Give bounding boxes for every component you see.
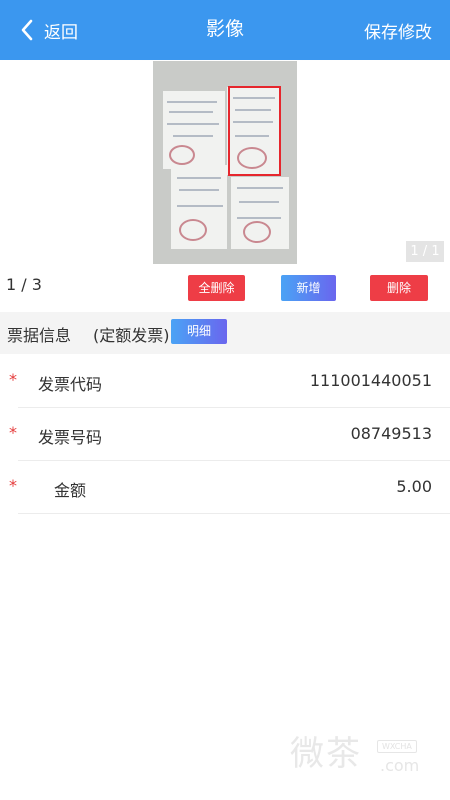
save-changes-button[interactable]: 保存修改 xyxy=(364,18,432,43)
field-value[interactable]: 111001440051 xyxy=(310,371,432,390)
required-marker: * xyxy=(9,370,17,389)
detail-button[interactable]: 明细 xyxy=(171,319,227,344)
image-page-indicator: 1 / 1 xyxy=(406,241,444,262)
app-header: 返回 影像 保存修改 xyxy=(0,0,450,60)
pager-text: 1 / 3 xyxy=(6,275,42,294)
invoice-info-section: 票据信息 (定额发票) 明细 xyxy=(0,312,450,354)
field-row-amount[interactable]: * 金额 5.00 xyxy=(0,461,450,514)
add-button[interactable]: 新增 xyxy=(281,275,336,301)
watermark-domain: .com xyxy=(380,756,420,775)
field-row-invoice-code[interactable]: * 发票代码 111001440051 xyxy=(0,355,450,408)
field-label: 发票代码 xyxy=(38,375,103,394)
row-divider xyxy=(18,513,450,514)
required-marker: * xyxy=(9,476,17,495)
field-label: 发票号码 xyxy=(38,428,103,447)
seal-stamp xyxy=(179,219,207,241)
invoice-type: (定额发票) xyxy=(93,326,170,345)
section-title: 票据信息 xyxy=(7,326,72,345)
required-marker: * xyxy=(9,423,17,442)
delete-button[interactable]: 删除 xyxy=(370,275,428,301)
field-value[interactable]: 5.00 xyxy=(396,477,432,496)
delete-all-button[interactable]: 全删除 xyxy=(188,275,245,301)
watermark-badge: WXCHA xyxy=(377,740,417,753)
invoice-image[interactable] xyxy=(153,61,297,264)
field-value[interactable]: 08749513 xyxy=(351,424,432,443)
seal-stamp xyxy=(169,145,195,165)
field-row-invoice-number[interactable]: * 发票号码 08749513 xyxy=(0,408,450,461)
field-label: 金额 xyxy=(54,481,87,500)
seal-stamp xyxy=(243,221,271,243)
watermark-text: 微茶 xyxy=(290,734,362,774)
selection-frame[interactable] xyxy=(228,86,281,176)
